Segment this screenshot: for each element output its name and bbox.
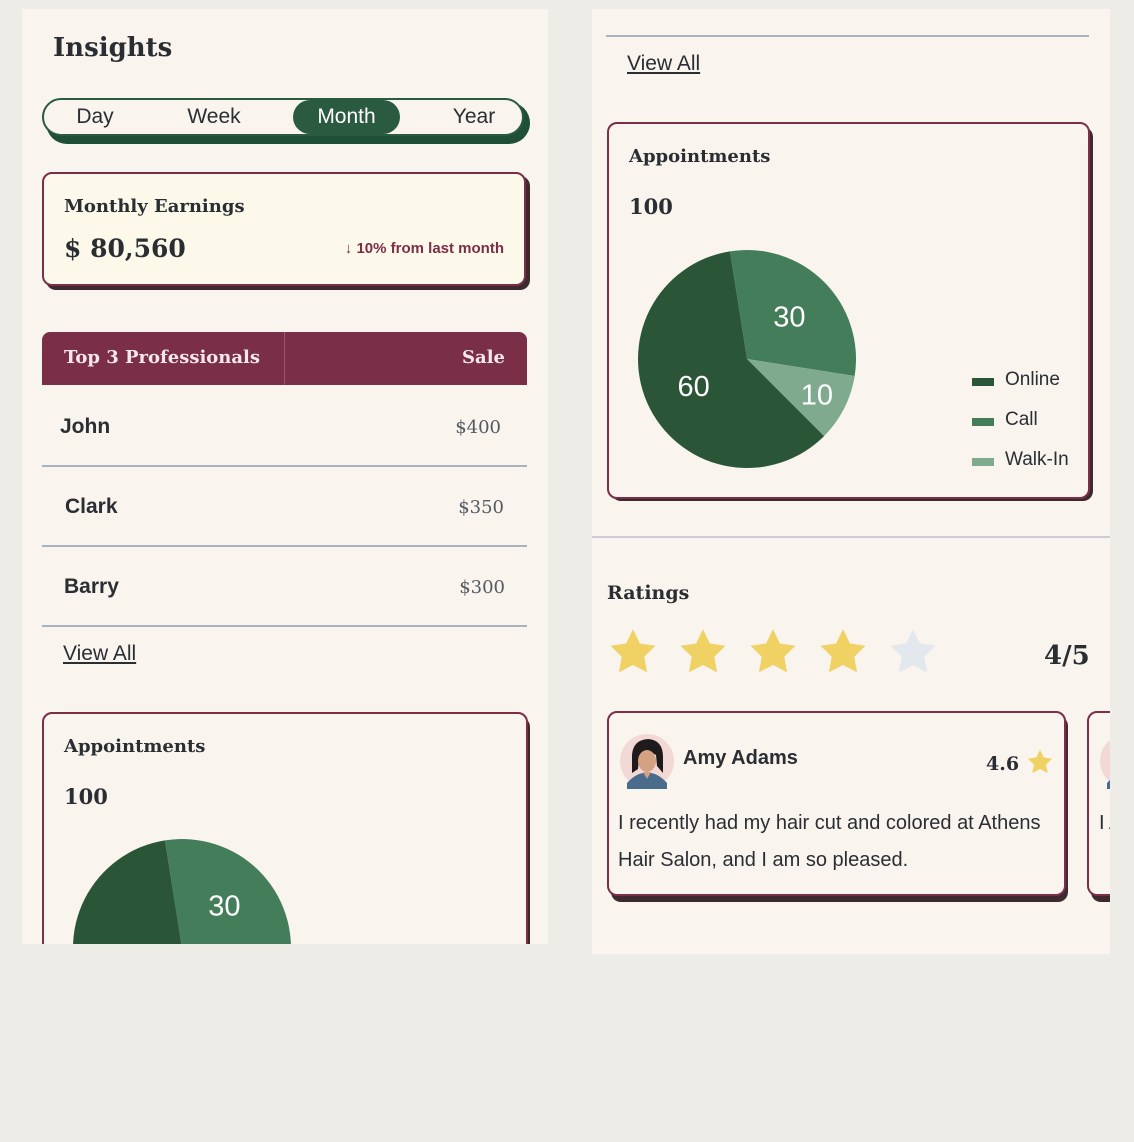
legend-label-walk-in: Walk-In [1005,449,1069,470]
view-all-professionals-link[interactable]: View All [63,642,136,666]
professional-sale: $400 [455,417,501,438]
earnings-change: ↓ 10% from last month [344,240,504,257]
earnings-label: Monthly Earnings [64,196,245,217]
pie-label-call: 30 [208,891,240,923]
divider [606,35,1089,37]
appointments-card: Appointments 100 30 10 60 Online Call Walk… [607,122,1090,499]
appointments-pie-chart: 30 10 60 [638,250,856,468]
star-icon[interactable] [606,626,660,678]
reviewer-name: Amy Adams [683,747,798,769]
professional-name: John [60,415,111,438]
tab-day[interactable]: Day [56,100,134,134]
table-row[interactable]: John $400 [42,387,527,467]
insights-screen-top: Insights Day Week Month Year Monthly Ear… [22,9,548,944]
avatar [620,734,674,789]
header-divider [284,332,285,385]
section-divider [592,536,1110,538]
professional-name: Clark [65,495,118,518]
rating-score: 4/5 [1044,641,1090,671]
table-row[interactable]: Clark $350 [42,467,527,547]
insights-screen-bottom: View All Appointments 100 30 10 60 Online … [592,9,1110,954]
pie-label-online: 60 [677,371,709,403]
pie-label-call: 30 [773,302,805,334]
pie-label-walk-in: 10 [801,380,833,412]
review-card[interactable]: I A [1087,711,1110,896]
legend-swatch-online [972,378,994,386]
professional-name: Barry [64,575,119,598]
review-rating: 4.6 [986,753,1020,775]
table-row[interactable]: Barry $300 [42,547,527,627]
tab-year[interactable]: Year [436,100,512,134]
column-header-professionals: Top 3 Professionals [64,347,261,368]
earnings-card: Monthly Earnings $ 80,560 ↓ 10% from las… [42,172,526,286]
legend-swatch-walk-in [972,458,994,466]
appointments-card: Appointments 100 301060 [42,712,528,944]
professionals-table-header: Top 3 Professionals Sale [42,332,527,385]
review-card[interactable]: Amy Adams 4.6 I recently had my hair cut… [607,711,1066,896]
professional-sale: $300 [459,577,505,598]
view-all-professionals-link[interactable]: View All [627,52,700,76]
column-header-sale: Sale [462,347,505,368]
appointments-pie-chart: 301060 [73,839,291,944]
tab-month[interactable]: Month [293,100,400,134]
period-tab-bar: Day Week Month Year [42,98,524,136]
star-icon[interactable] [816,626,870,678]
star-icon[interactable] [676,626,730,678]
avatar [1100,740,1110,789]
star-icon[interactable] [886,626,940,678]
star-icon[interactable] [746,626,800,678]
earnings-amount: $ 80,560 [64,234,186,263]
page-title: Insights [53,33,173,63]
legend-label-online: Online [1005,369,1060,390]
professional-sale: $350 [458,497,504,518]
legend-swatch-call [972,418,994,426]
legend-label-call: Call [1005,409,1038,430]
review-text: I A [1099,812,1110,834]
review-text: I recently had my hair cut and colored a… [618,812,1041,871]
ratings-title: Ratings [607,582,690,604]
star-icon [1027,749,1053,773]
tab-week[interactable]: Week [174,100,254,134]
